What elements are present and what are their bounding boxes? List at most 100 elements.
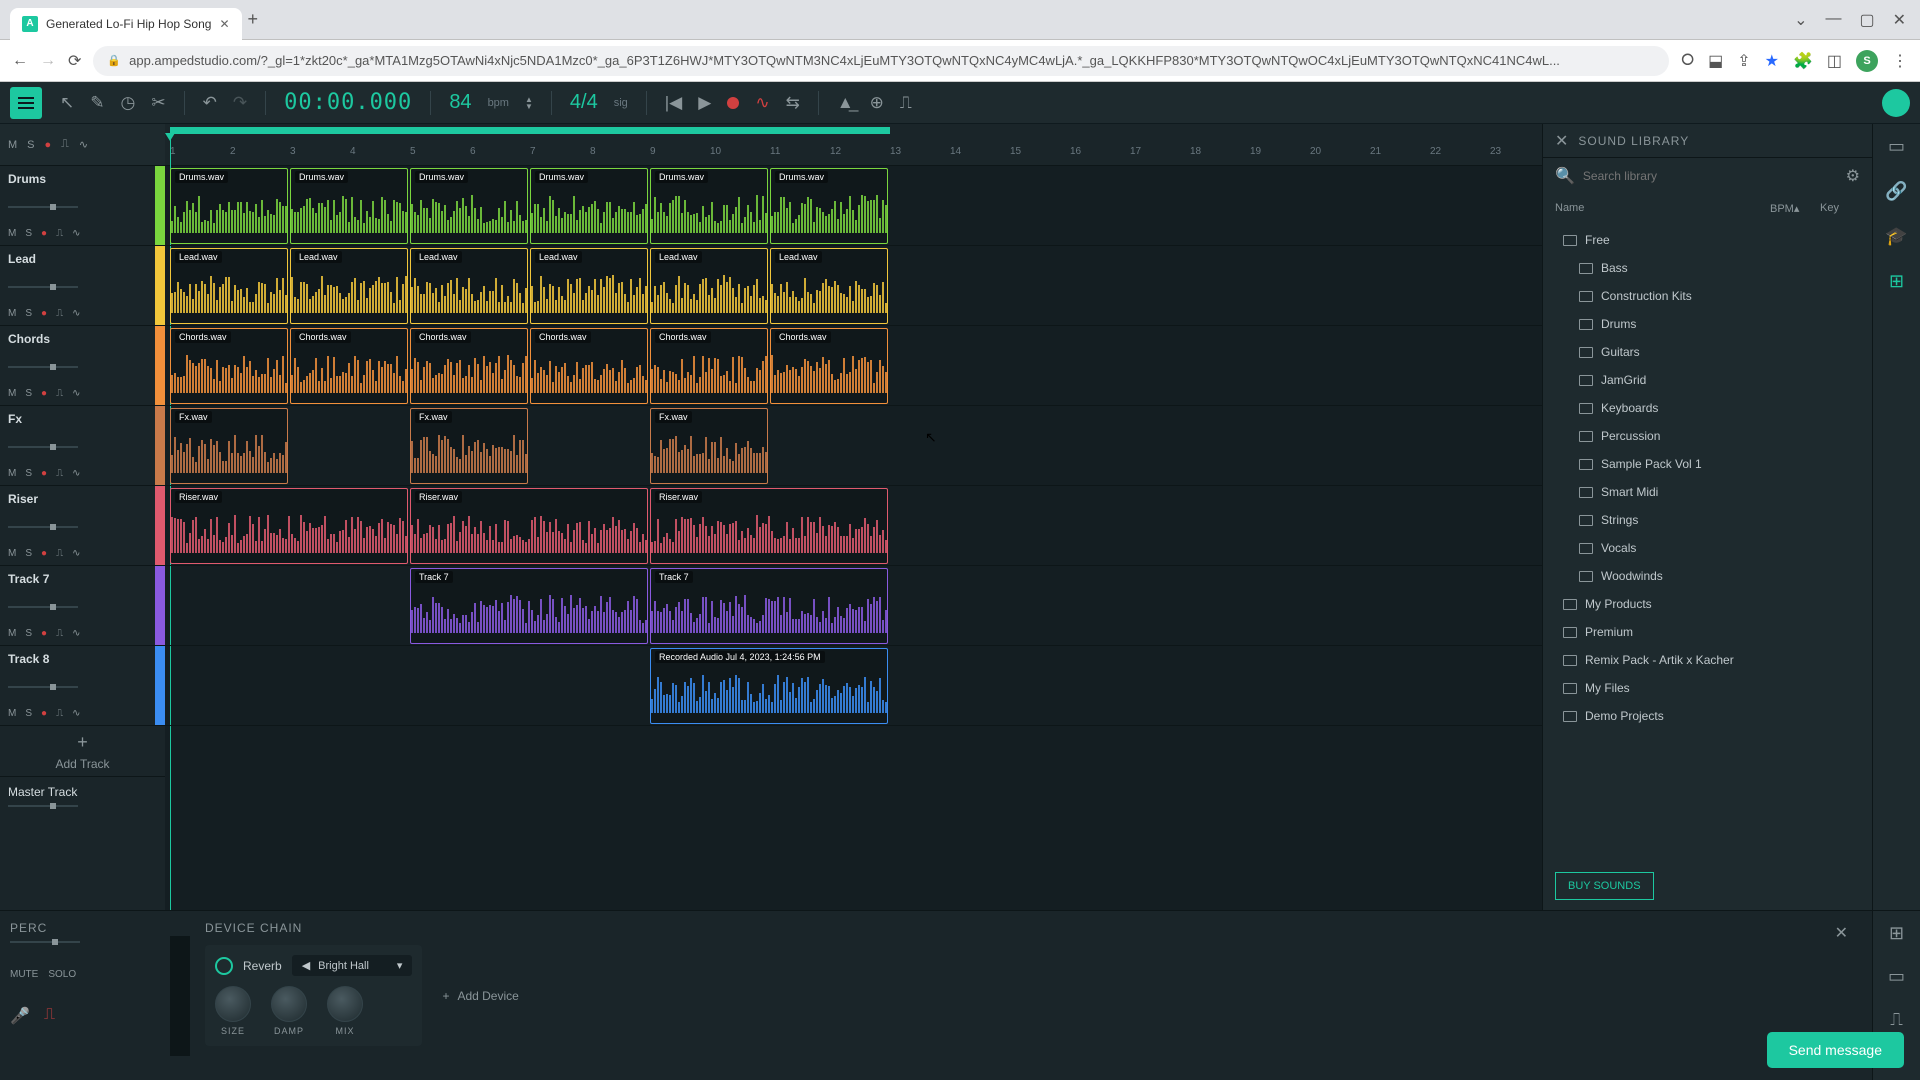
timer-icon[interactable]: ◷	[121, 93, 136, 113]
grid-icon[interactable]: ⊞	[1889, 923, 1904, 944]
audio-clip[interactable]: Fx.wav	[410, 408, 528, 484]
mute-button[interactable]: M	[8, 468, 16, 479]
eq-icon[interactable]: ⎍	[56, 228, 63, 239]
loop-icon[interactable]: ⇆	[786, 93, 800, 113]
track-volume-slider[interactable]	[8, 366, 78, 368]
audio-clip[interactable]: Lead.wav	[530, 248, 648, 324]
audio-clip[interactable]: Lead.wav	[170, 248, 288, 324]
reload-icon[interactable]: ⟳	[68, 51, 81, 71]
audio-clip[interactable]: Riser.wav	[650, 488, 888, 564]
solo-button[interactable]: S	[25, 308, 32, 319]
library-folder[interactable]: Percussion	[1543, 422, 1872, 450]
track-lane[interactable]: Track 7Track 7	[165, 566, 1542, 646]
audio-clip[interactable]: Chords.wav	[530, 328, 648, 404]
solo-button[interactable]: S	[25, 548, 32, 559]
mic-icon[interactable]: 🎤	[10, 1006, 30, 1026]
library-folder[interactable]: Demo Projects	[1543, 702, 1872, 730]
automation-icon[interactable]: ∿	[72, 548, 80, 559]
track-volume-slider[interactable]	[8, 526, 78, 528]
track-lane[interactable]: Lead.wavLead.wavLead.wavLead.wavLead.wav…	[165, 246, 1542, 326]
knob-damp[interactable]	[271, 986, 307, 1022]
minimize-icon[interactable]: —	[1825, 10, 1841, 30]
eq-icon[interactable]: ⎍	[56, 708, 63, 719]
solo-button[interactable]: S	[25, 708, 32, 719]
solo-button[interactable]: S	[25, 468, 32, 479]
bookmark-icon[interactable]: ★	[1765, 51, 1779, 71]
arm-button[interactable]: ●	[41, 628, 47, 639]
new-tab-button[interactable]: +	[248, 9, 259, 30]
mute-button[interactable]: M	[8, 388, 16, 399]
extensions-icon[interactable]: 🧩	[1793, 51, 1813, 71]
filter-icon[interactable]: ⚙	[1846, 166, 1860, 186]
arm-button[interactable]: ●	[41, 308, 47, 319]
side-panel-icon[interactable]: ◫	[1827, 51, 1842, 71]
library-folder[interactable]: JamGrid	[1543, 366, 1872, 394]
eq-icon[interactable]: ⎍	[56, 548, 63, 559]
pencil-tool-icon[interactable]: ✎	[90, 93, 104, 113]
master-arm-button[interactable]: ●	[45, 139, 52, 151]
loop-region[interactable]	[170, 127, 890, 134]
automation-icon[interactable]: ∿	[755, 93, 769, 113]
track-lane[interactable]: Recorded Audio Jul 4, 2023, 1:24:56 PM	[165, 646, 1542, 726]
url-field[interactable]: 🔒 app.ampedstudio.com/?_gl=1*zkt20c*_ga*…	[93, 46, 1669, 76]
time-display[interactable]: 00:00.000	[284, 90, 412, 115]
pointer-tool-icon[interactable]: ↖	[60, 93, 74, 113]
translate-icon[interactable]: ⭘	[1681, 52, 1694, 70]
audio-clip[interactable]: Drums.wav	[170, 168, 288, 244]
eq-icon[interactable]: ⎍	[56, 628, 63, 639]
track-header[interactable]: Track 8 M S ● ⎍ ∿	[0, 646, 165, 726]
arm-button[interactable]: ●	[41, 708, 47, 719]
power-icon[interactable]	[215, 957, 233, 975]
master-automation-icon[interactable]: ∿	[79, 138, 88, 151]
perc-mute-button[interactable]: MUTE	[10, 969, 38, 980]
audio-clip[interactable]: Track 7	[410, 568, 648, 644]
undo-icon[interactable]: ↶	[203, 93, 217, 113]
track-lane[interactable]: Drums.wavDrums.wavDrums.wavDrums.wavDrum…	[165, 166, 1542, 246]
track-lane[interactable]: Fx.wavFx.wavFx.wav	[165, 406, 1542, 486]
eq-icon[interactable]: ⎍	[56, 468, 63, 479]
mute-button[interactable]: M	[8, 228, 16, 239]
arm-button[interactable]: ●	[41, 228, 47, 239]
track-header[interactable]: Riser M S ● ⎍ ∿	[0, 486, 165, 566]
audio-clip[interactable]: Chords.wav	[770, 328, 888, 404]
arm-button[interactable]: ●	[41, 468, 47, 479]
library-folder[interactable]: Bass	[1543, 254, 1872, 282]
track-lane[interactable]: Chords.wavChords.wavChords.wavChords.wav…	[165, 326, 1542, 406]
search-input[interactable]	[1583, 169, 1838, 183]
library-folder[interactable]: My Products	[1543, 590, 1872, 618]
audio-clip[interactable]: Chords.wav	[170, 328, 288, 404]
mute-button[interactable]: M	[8, 628, 16, 639]
library-folder[interactable]: Smart Midi	[1543, 478, 1872, 506]
link-icon[interactable]: 🔗	[1885, 181, 1907, 202]
automation-icon[interactable]: ∿	[72, 468, 80, 479]
track-volume-slider[interactable]	[8, 286, 78, 288]
redo-icon[interactable]: ↷	[233, 93, 247, 113]
solo-button[interactable]: S	[25, 228, 32, 239]
library-folder[interactable]: Drums	[1543, 310, 1872, 338]
piano-icon[interactable]: ⎍	[1890, 1009, 1903, 1030]
track-volume-slider[interactable]	[8, 606, 78, 608]
buy-sounds-button[interactable]: BUY SOUNDS	[1555, 872, 1654, 900]
library-folder[interactable]: My Files	[1543, 674, 1872, 702]
audio-clip[interactable]: Riser.wav	[410, 488, 648, 564]
play-icon[interactable]: ▶	[698, 93, 711, 113]
browser-tab[interactable]: A Generated Lo-Fi Hip Hop Song ✕	[10, 8, 242, 40]
track-header[interactable]: Fx M S ● ⎍ ∿	[0, 406, 165, 486]
audio-clip[interactable]: Riser.wav	[170, 488, 408, 564]
audio-clip[interactable]: Chords.wav	[650, 328, 768, 404]
mute-button[interactable]: M	[8, 548, 16, 559]
send-message-button[interactable]: Send message	[1767, 1032, 1904, 1068]
window-close-icon[interactable]: ✕	[1893, 10, 1906, 30]
forward-icon[interactable]: →	[40, 52, 56, 70]
audio-clip[interactable]: Drums.wav	[410, 168, 528, 244]
audio-clip[interactable]: Lead.wav	[770, 248, 888, 324]
profile-avatar[interactable]: S	[1856, 50, 1878, 72]
add-device-button[interactable]: + Add Device	[442, 989, 518, 1003]
library-folder[interactable]: Construction Kits	[1543, 282, 1872, 310]
track-volume-slider[interactable]	[8, 686, 78, 688]
arm-button[interactable]: ●	[41, 548, 47, 559]
knob-mix[interactable]	[327, 986, 363, 1022]
audio-clip[interactable]: Chords.wav	[290, 328, 408, 404]
automation-icon[interactable]: ∿	[72, 308, 80, 319]
mixer-icon[interactable]: ⎍	[900, 93, 912, 113]
